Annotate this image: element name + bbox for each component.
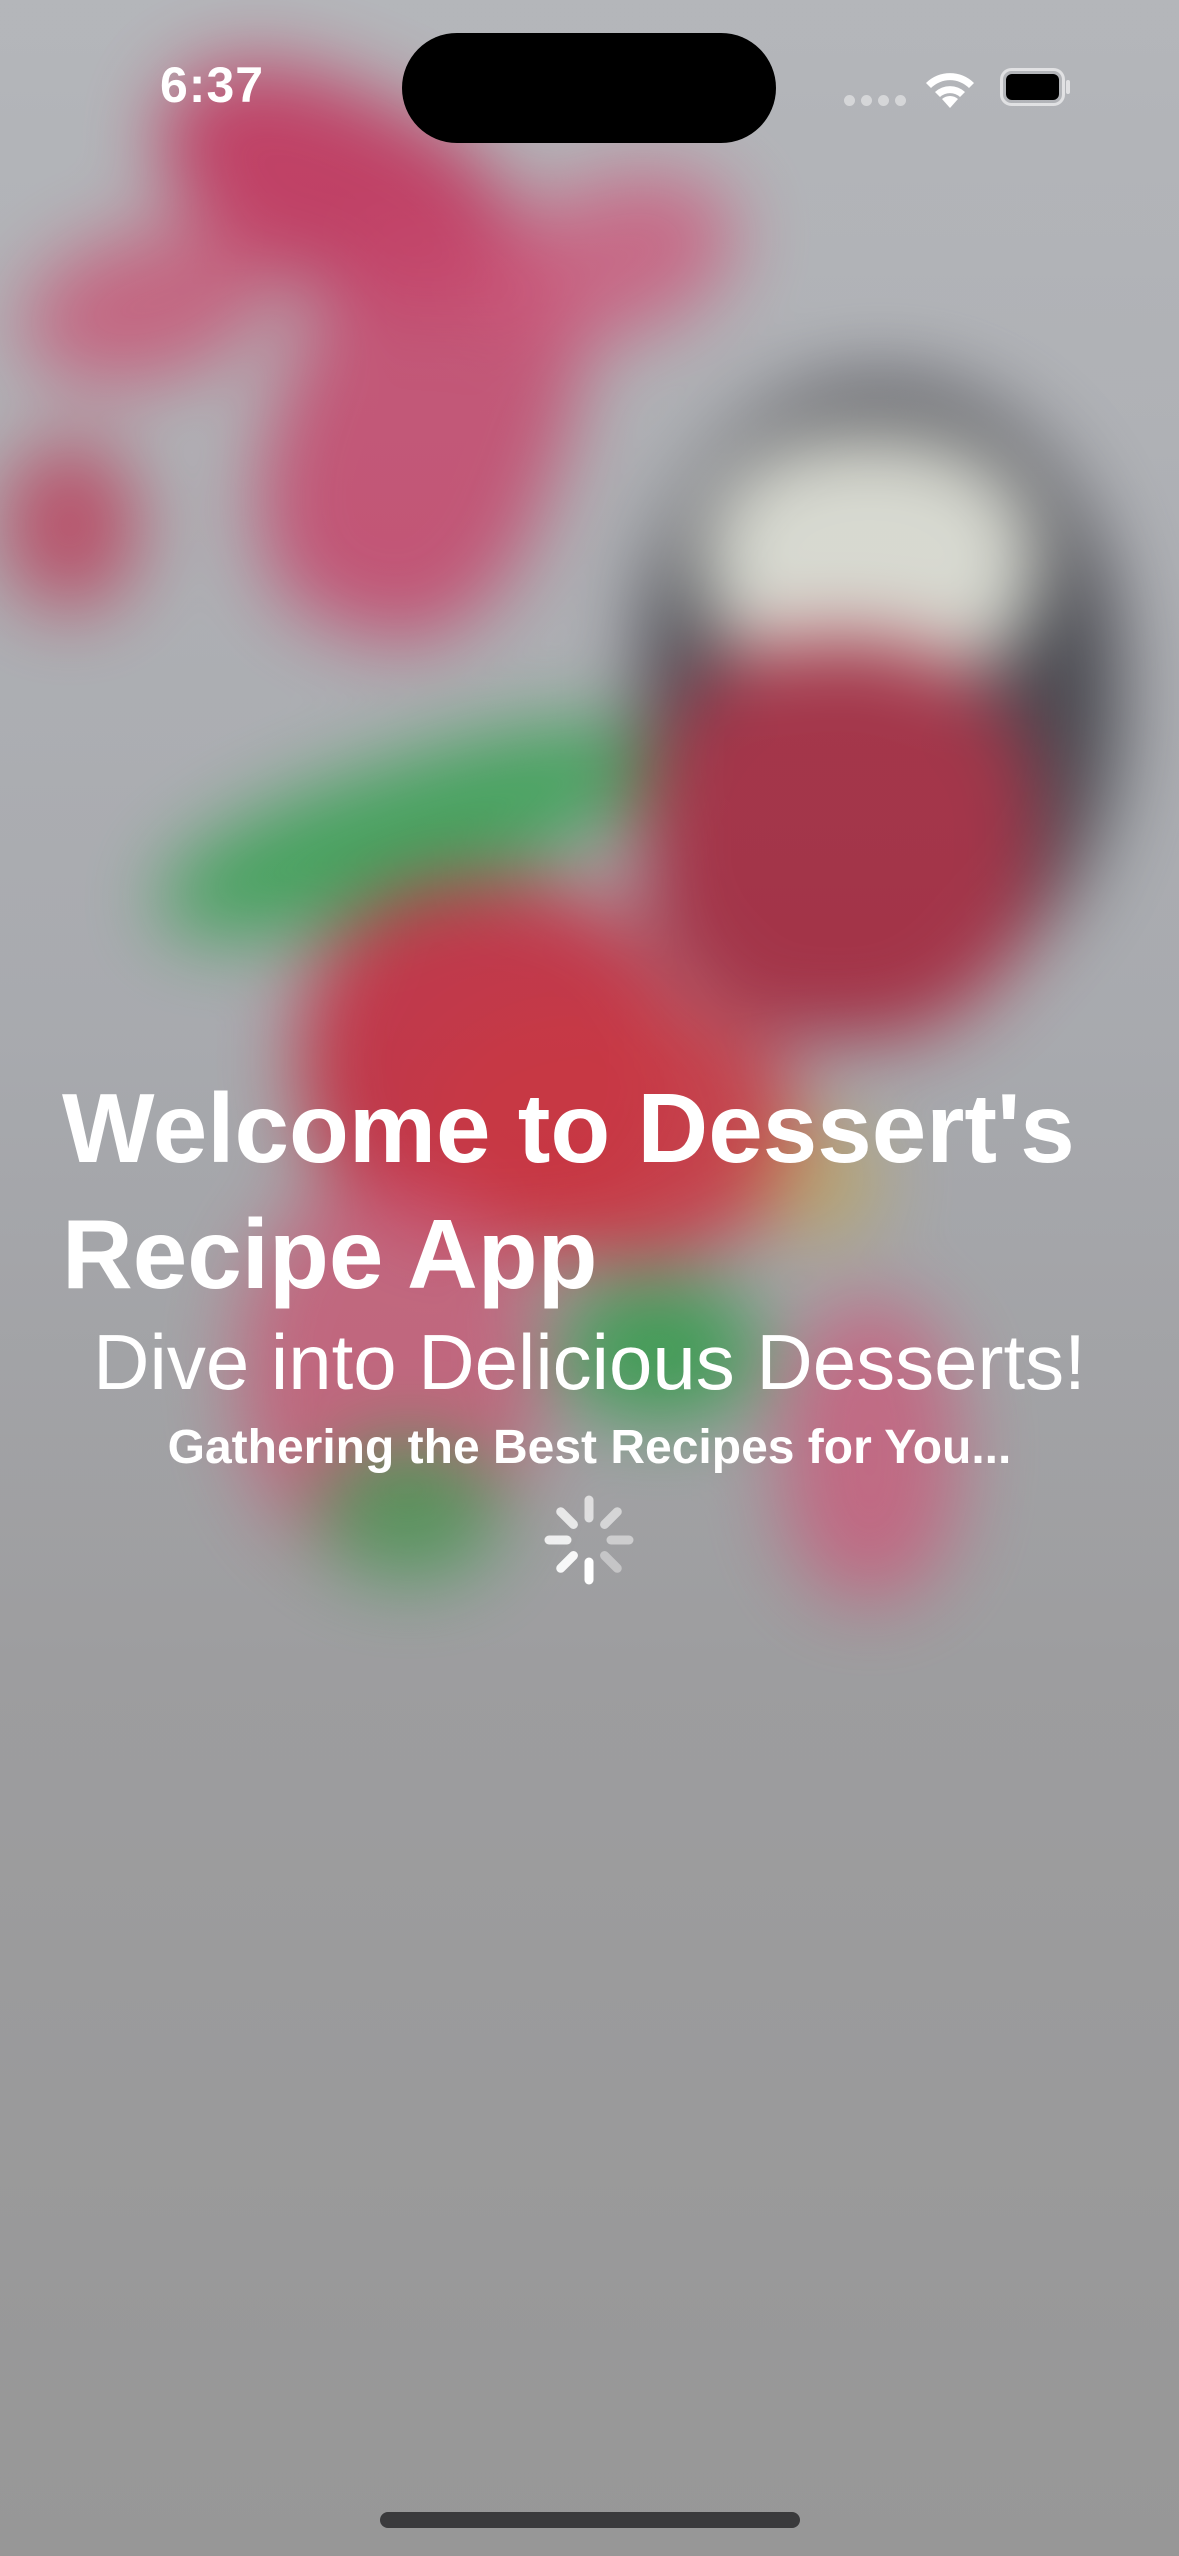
- status-bar-time: 6:37: [160, 57, 265, 113]
- spinner-icon: [544, 1495, 634, 1585]
- tagline-text: Dive into Delicious Desserts!: [93, 1318, 1086, 1406]
- splash-screen: 6:37 Welcome to Dessert's Recipe App Div…: [0, 0, 1179, 2556]
- home-indicator[interactable]: [380, 2512, 800, 2528]
- cellular-signal-icon: [844, 95, 906, 106]
- dynamic-island: [402, 33, 776, 143]
- battery-icon: [1000, 68, 1070, 106]
- loading-message: Gathering the Best Recipes for You...: [167, 1421, 1012, 1474]
- welcome-title: Welcome to Dessert's Recipe App: [62, 1073, 1075, 1309]
- wifi-icon: [926, 73, 974, 108]
